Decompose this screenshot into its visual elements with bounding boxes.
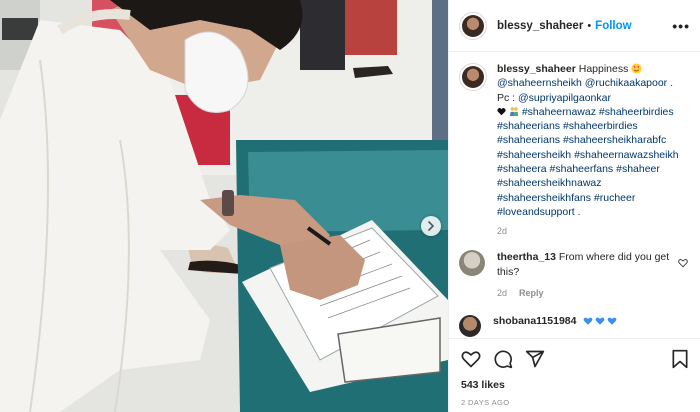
- comment-icon[interactable]: [493, 349, 513, 369]
- photo-scene: [0, 0, 448, 412]
- commenter-username[interactable]: shobana1151984: [493, 315, 576, 327]
- caption-credit-prefix: Pc :: [497, 91, 516, 104]
- caption-hashtag[interactable]: #shaheerfans: [550, 163, 614, 175]
- caption-hashtag[interactable]: #loveandsupport: [497, 206, 575, 218]
- caption-mention-1[interactable]: @shaheernsheikh: [497, 77, 582, 89]
- post-date: 2 DAYS AGO: [461, 398, 510, 407]
- commenter-avatar[interactable]: [459, 314, 481, 337]
- post-header: blessy_shaheer • Follow •••: [449, 0, 700, 52]
- post-photo: [0, 0, 448, 412]
- share-icon[interactable]: [525, 349, 545, 369]
- caption-end: .: [577, 205, 581, 218]
- caption-hashtag[interactable]: #shaheersheikh: [497, 149, 571, 161]
- reply-button[interactable]: Reply: [519, 286, 544, 301]
- follow-button[interactable]: Follow: [595, 20, 631, 32]
- caption-hashtags: #shaheernawaz #shaheerbirdies #shaheeria…: [497, 106, 679, 218]
- caption-hashtag[interactable]: #shaheernawaz: [522, 106, 596, 118]
- caption-hashtag[interactable]: #rucheer: [594, 192, 635, 204]
- caption-hashtag[interactable]: #shaheersheikharabfc: [563, 134, 666, 146]
- caption-username[interactable]: blessy_shaheer: [497, 63, 576, 75]
- heart-icon[interactable]: [461, 349, 481, 369]
- comment-body: shobana1151984: [493, 315, 617, 327]
- caption-hashtag[interactable]: #shaheerbirdies: [599, 106, 674, 118]
- comment-meta: 2d Reply: [497, 286, 677, 301]
- comment-item: theertha_13 From where did you get this?…: [459, 250, 692, 301]
- couple-emoji-icon: [509, 106, 519, 116]
- caption-text: blessy_shaheer Happiness @shaheernsheikh…: [497, 62, 692, 219]
- caption-line1: Happiness: [578, 63, 629, 75]
- heart-eyes-emoji-icon: [631, 63, 642, 74]
- header-separator: •: [587, 19, 592, 32]
- bookmark-icon[interactable]: [670, 349, 690, 369]
- comments-section: blessy_shaheer Happiness @shaheernsheikh…: [459, 62, 692, 340]
- caption-period: .: [670, 77, 674, 90]
- comment-time: 2d: [497, 288, 508, 299]
- post-side-panel: blessy_shaheer • Follow ••• blessy_shahe…: [448, 0, 700, 412]
- author-username[interactable]: blessy_shaheer: [497, 20, 583, 32]
- post-actions-area: 543 likes 2 DAYS AGO: [449, 338, 700, 407]
- caption-time: 2d: [497, 226, 508, 237]
- caption-credit-mention[interactable]: @supriyapilgaonkar: [518, 92, 611, 104]
- caption-hashtag[interactable]: #shaheersheikhnawaz: [497, 177, 602, 189]
- caption-hashtag[interactable]: #shaheer: [616, 163, 660, 175]
- caption-hashtag[interactable]: #shaheersheikhfans: [497, 192, 591, 204]
- like-comment-heart-icon[interactable]: [678, 258, 688, 268]
- more-options-icon[interactable]: •••: [672, 18, 690, 34]
- caption-avatar[interactable]: [459, 63, 487, 91]
- black-heart-emoji-icon: [497, 107, 506, 116]
- caption-mention-2[interactable]: @ruchikaakapoor: [585, 77, 667, 89]
- commenter-avatar[interactable]: [459, 250, 485, 277]
- blue-hearts-emoji-icon: [583, 316, 617, 326]
- commenter-username[interactable]: theertha_13: [497, 251, 556, 263]
- author-avatar[interactable]: [459, 11, 487, 40]
- comment-body: theertha_13 From where did you get this?…: [497, 250, 677, 301]
- caption-hashtag[interactable]: #shaheerbirdies: [563, 120, 638, 132]
- chevron-right-icon: [428, 221, 435, 231]
- caption-hashtag[interactable]: #shaheernawazsheikh: [574, 149, 679, 161]
- comment-item: shobana1151984: [459, 314, 692, 337]
- caption-hashtag[interactable]: #shaheerians: [497, 134, 560, 146]
- caption-hashtag[interactable]: #shaheera: [497, 163, 547, 175]
- caption-hashtag[interactable]: #shaheerians: [497, 120, 560, 132]
- action-bar: [461, 347, 690, 371]
- likes-count[interactable]: 543 likes: [461, 379, 690, 391]
- next-photo-button[interactable]: [421, 216, 441, 236]
- post-caption: blessy_shaheer Happiness @shaheernsheikh…: [459, 62, 692, 219]
